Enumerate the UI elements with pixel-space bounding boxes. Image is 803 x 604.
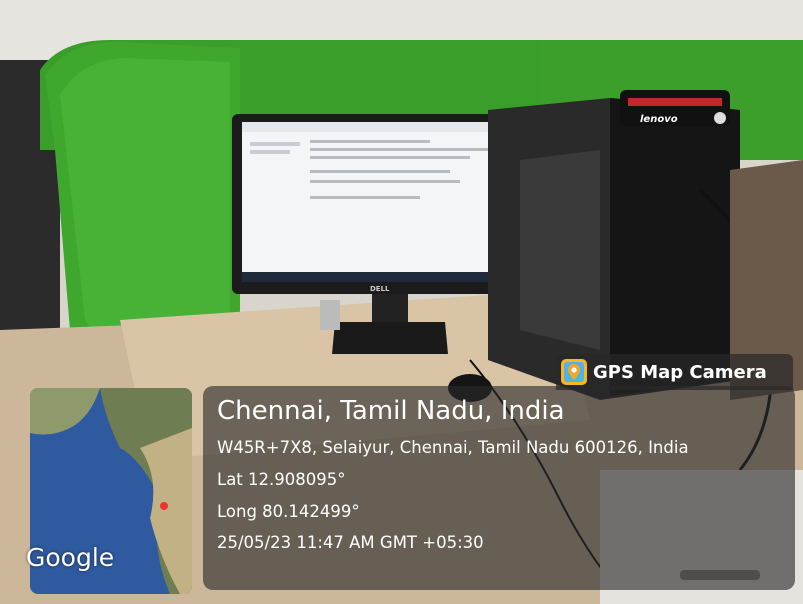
gps-map-camera-badge: GPS Map Camera [556,354,793,390]
map-pin-icon [561,359,587,385]
monitor-brand: DELL [370,285,390,293]
gps-badge-label: GPS Map Camera [593,361,767,383]
longitude-line: Long 80.142499° [217,502,360,521]
latitude-line: Lat 12.908095° [217,470,346,489]
pc-brand: lenovo [640,114,678,125]
location-title: Chennai, Tamil Nadu, India [217,396,565,426]
address-line: W45R+7X8, Selaiyur, Chennai, Tamil Nadu … [217,438,689,457]
google-map-label: Google [26,543,115,572]
datetime-line: 25/05/23 11:47 AM GMT +05:30 [217,533,484,552]
